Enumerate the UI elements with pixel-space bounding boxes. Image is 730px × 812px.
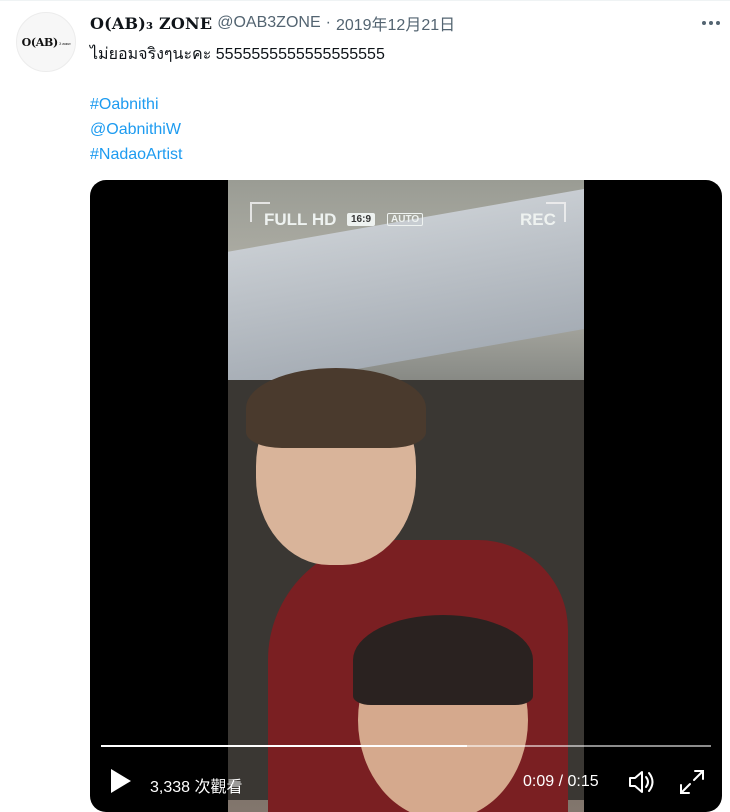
- video-progress-fill: [101, 745, 467, 747]
- avatar-logo-text: O(AB): [21, 35, 59, 49]
- play-button[interactable]: [108, 766, 134, 796]
- video-controls: 3,338 次觀看 0:09 / 0:15: [90, 758, 722, 808]
- tweet-header: O(AB)₃ ZONE @OAB3ZONE · 2019年12月21日: [90, 11, 455, 35]
- video-scene-person-hair: [246, 368, 426, 448]
- video-time: 0:09 / 0:15: [523, 773, 599, 790]
- tweet-text: ไม่ยอมจริงๆนะคะ 5555555555555555555 #Oab…: [90, 42, 385, 167]
- more-dots-icon: [702, 21, 720, 25]
- overlay-rec: REC: [520, 210, 556, 229]
- video-scene-second-person-hair: [353, 615, 533, 705]
- video-player[interactable]: FULL HD 16:9 AUTO REC 3,338 次觀看 0:09 / 0…: [90, 180, 722, 812]
- view-count: 3,338 次觀看: [150, 779, 243, 796]
- hashtag-nadaoartist[interactable]: #NadaoArtist: [90, 146, 183, 163]
- display-name[interactable]: O(AB)₃ ZONE: [90, 14, 212, 33]
- video-frame[interactable]: FULL HD 16:9 AUTO REC: [228, 180, 584, 812]
- mention-oabnithiw[interactable]: @OabnithiW: [90, 121, 181, 138]
- video-progress-bar[interactable]: [101, 745, 711, 747]
- volume-button[interactable]: [625, 766, 657, 798]
- top-divider: [0, 0, 730, 1]
- tweet-date[interactable]: 2019年12月21日: [336, 11, 455, 35]
- overlay-aspect-ratio: 16:9: [347, 213, 376, 226]
- overlay-full-hd: FULL HD: [264, 210, 337, 229]
- volume-icon: [629, 771, 654, 793]
- tweet-text-line: ไม่ยอมจริงๆนะคะ 5555555555555555555: [90, 46, 385, 63]
- user-handle[interactable]: @OAB3ZONE: [217, 14, 320, 32]
- avatar[interactable]: O(AB) 3 zone: [16, 12, 76, 72]
- more-options-button[interactable]: [696, 12, 726, 34]
- fullscreen-button[interactable]: [676, 766, 708, 798]
- separator-dot: ·: [325, 14, 331, 31]
- avatar-logo-subtext: 3 zone: [58, 41, 71, 46]
- hashtag-oabnithi[interactable]: #Oabnithi: [90, 96, 159, 113]
- overlay-auto: AUTO: [387, 213, 424, 226]
- play-icon: [111, 769, 131, 793]
- fullscreen-icon: [680, 770, 704, 794]
